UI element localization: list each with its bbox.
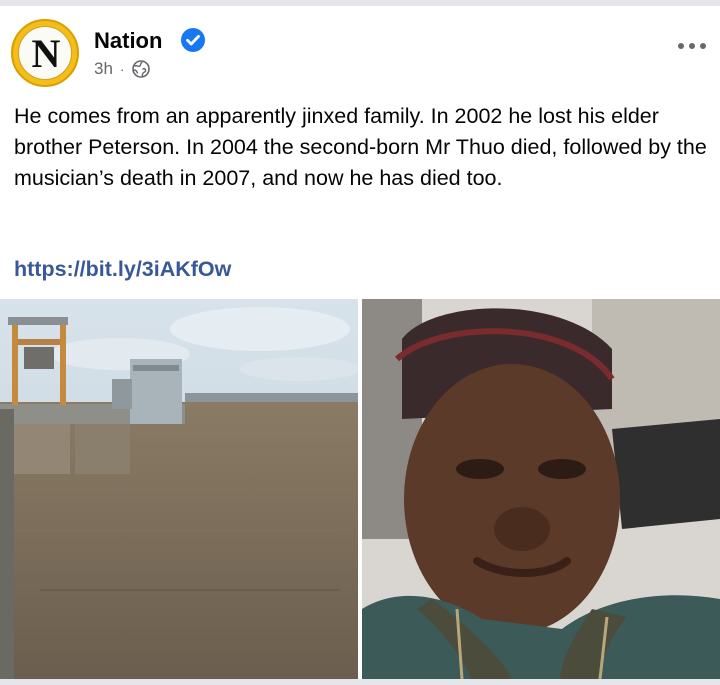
avatar-letter: N — [31, 31, 61, 76]
more-options-icon[interactable] — [672, 39, 712, 53]
verified-badge-icon — [181, 28, 205, 52]
dam-photo-image — [0, 299, 358, 679]
globe-icon[interactable] — [131, 60, 150, 78]
bottom-separator — [0, 679, 720, 685]
page-name[interactable]: Nation — [94, 28, 162, 54]
post-link[interactable]: https://bit.ly/3iAKfOw — [14, 257, 231, 282]
man-portrait-image — [362, 299, 720, 679]
dam-photo[interactable] — [0, 299, 358, 679]
page-avatar[interactable]: N — [11, 19, 79, 87]
post-text: He comes from an apparently jinxed famil… — [14, 104, 713, 190]
post-time[interactable]: 3h — [94, 59, 113, 79]
post-header: N Nation 3h · — [0, 6, 720, 90]
meta-separator: · — [119, 61, 125, 77]
post-meta: 3h · — [94, 59, 150, 79]
man-portrait-photo[interactable] — [362, 299, 720, 679]
